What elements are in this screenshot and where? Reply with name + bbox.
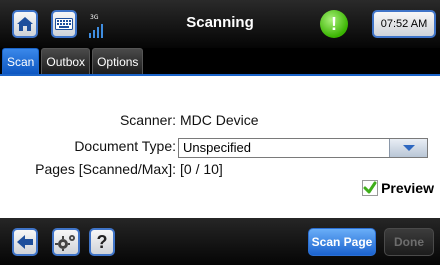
home-icon xyxy=(17,17,33,31)
signal-bar xyxy=(97,27,99,38)
clock-display[interactable]: 07:52 AM xyxy=(372,10,436,38)
help-button[interactable]: ? xyxy=(89,228,115,256)
tab-bar: Scan Outbox Options xyxy=(0,48,144,74)
pages-label: Pages [Scanned/Max]: xyxy=(35,161,176,177)
preview-toggle[interactable]: Preview xyxy=(362,180,434,196)
tab-outbox[interactable]: Outbox xyxy=(41,48,91,74)
scanner-value: MDC Device xyxy=(180,112,259,128)
scan-panel: Scanner: MDC Device Document Type: Unspe… xyxy=(0,74,440,218)
signal-bar xyxy=(89,33,91,38)
tab-scan[interactable]: Scan xyxy=(2,48,40,74)
document-type-select[interactable]: Unspecified xyxy=(178,138,428,158)
signal-icon: 3G xyxy=(87,14,109,38)
bottom-bar: ? Scan Page Done xyxy=(0,218,440,265)
top-bar: 3G Scanning ! 07:52 AM xyxy=(0,0,440,48)
signal-bar xyxy=(101,24,103,38)
scan-page-button[interactable]: Scan Page xyxy=(308,228,376,256)
tab-options[interactable]: Options xyxy=(92,48,144,74)
done-button[interactable]: Done xyxy=(384,228,434,256)
checkmark-icon[interactable] xyxy=(362,180,379,196)
document-type-value: Unspecified xyxy=(183,140,251,155)
scanner-label: Scanner: xyxy=(119,112,176,128)
keyboard-button[interactable] xyxy=(51,10,77,38)
document-type-label: Document Type: xyxy=(74,138,176,154)
gear-icon xyxy=(55,235,75,251)
chevron-down-icon[interactable] xyxy=(389,139,427,157)
signal-bar xyxy=(93,30,95,38)
keyboard-icon xyxy=(55,18,73,30)
back-button[interactable] xyxy=(12,228,38,256)
home-button[interactable] xyxy=(12,10,38,38)
page-title: Scanning xyxy=(186,14,254,31)
back-arrow-icon xyxy=(17,235,33,249)
settings-button[interactable] xyxy=(52,228,80,256)
network-type-label: 3G xyxy=(90,14,99,21)
pages-value: [0 / 10] xyxy=(180,161,223,177)
alert-icon[interactable]: ! xyxy=(320,10,348,38)
help-icon: ? xyxy=(96,231,108,252)
preview-label: Preview xyxy=(381,180,434,196)
